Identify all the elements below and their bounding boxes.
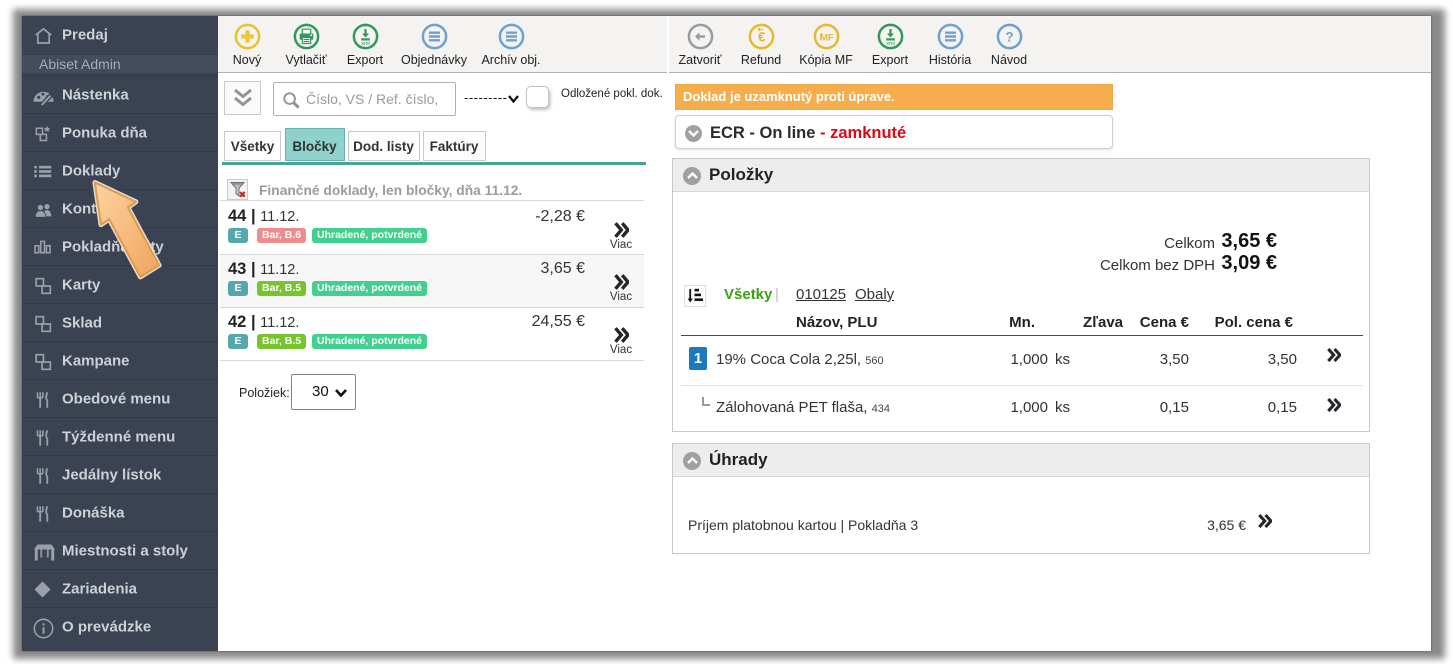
svg-text:?: ? (1005, 29, 1013, 44)
svg-text:MF: MF (820, 33, 834, 44)
svg-text:€: € (758, 29, 766, 44)
svg-text:xml: xml (886, 41, 895, 47)
svg-text:✖: ✖ (239, 190, 247, 199)
svg-text:xml: xml (361, 41, 370, 47)
